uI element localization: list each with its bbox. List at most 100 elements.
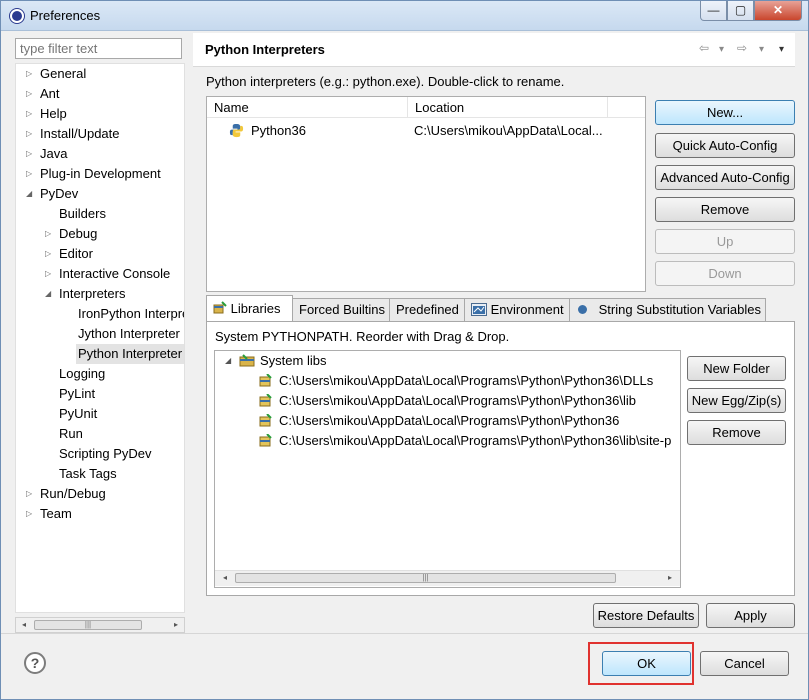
new-interpreter-button[interactable]: New... [655,100,795,125]
tree-item-debug[interactable]: ▷ Debug [45,224,97,244]
filter-input[interactable] [15,38,182,59]
collapsed-icon[interactable]: ▷ [26,504,32,524]
eclipse-icon [10,9,24,23]
tree-item-logging[interactable]: Logging [59,364,105,384]
tree-horizontal-scrollbar[interactable]: ◂ ||| ▸ [15,617,185,633]
tree-item-run-debug[interactable]: ▷ Run/Debug [26,484,106,504]
tree-item-ironpython-interpreter[interactable]: IronPython Interpre [78,304,184,324]
variables-icon [578,305,587,314]
tree-item-run[interactable]: Run [59,424,83,444]
close-button[interactable]: ✕ [754,1,802,21]
forward-menu-icon[interactable]: ▾ [759,44,764,55]
scroll-thumb[interactable]: ||| [34,620,142,630]
window-title: Preferences [30,8,101,23]
tab-forced-builtins[interactable]: Forced Builtins [292,298,390,322]
tree-item-java[interactable]: ▷ Java [26,144,67,164]
collapsed-icon[interactable]: ▷ [26,84,32,104]
scroll-left-icon[interactable]: ◂ [16,618,32,632]
library-path-item[interactable]: C:\Users\mikou\AppData\Local\Programs\Py… [259,371,653,391]
title-bar[interactable]: Preferences — ▢ ✕ [1,1,808,31]
tree-item-pylint[interactable]: PyLint [59,384,95,404]
interpreter-name: Python36 [251,123,306,138]
restore-defaults-button[interactable]: Restore Defaults [593,603,699,628]
environment-icon [471,303,487,316]
table-row[interactable]: Python36 C:\Users\mikou\AppData\Local... [213,121,643,141]
page-title: Python Interpreters [205,42,325,57]
minimize-button[interactable]: — [700,1,727,21]
remove-interpreter-button[interactable]: Remove [655,197,795,222]
tree-item-plugin-development[interactable]: ▷ Plug-in Development [26,164,161,184]
scroll-thumb[interactable]: ||| [235,573,616,583]
library-path-item[interactable]: C:\Users\mikou\AppData\Local\Programs\Py… [259,391,636,411]
tree-item-system-libs[interactable]: ◢ System libs [225,351,326,371]
column-header-name[interactable]: Name [207,97,408,118]
library-folder-icon [239,354,255,367]
up-button[interactable]: Up [655,229,795,254]
tree-item-ant[interactable]: ▷ Ant [26,84,60,104]
tree-item-task-tags[interactable]: Task Tags [59,464,117,484]
collapsed-icon[interactable]: ▷ [45,244,51,264]
interpreter-location: C:\Users\mikou\AppData\Local... [414,123,603,138]
advanced-auto-config-button[interactable]: Advanced Auto-Config [655,165,795,190]
column-header-location[interactable]: Location [408,97,608,118]
back-arrow-icon[interactable]: ⇦ [699,41,709,55]
libraries-icon [213,301,227,314]
new-folder-button[interactable]: New Folder [687,356,786,381]
scroll-right-icon[interactable]: ▸ [168,618,184,632]
scroll-right-icon[interactable]: ▸ [662,571,678,585]
collapsed-icon[interactable]: ▷ [45,224,51,244]
collapsed-icon[interactable]: ▷ [45,264,51,284]
tab-environment[interactable]: Environment [464,298,570,322]
tree-item-jython-interpreter[interactable]: Jython Interpreter [78,324,180,344]
tree-item-general[interactable]: ▷ General [26,64,86,84]
tree-item-interactive-console[interactable]: ▷ Interactive Console [45,264,170,284]
tree-item-scripting-pydev[interactable]: Scripting PyDev [59,444,151,464]
remove-library-button[interactable]: Remove [687,420,786,445]
preferences-window: Preferences — ▢ ✕ ▷General ▷Ant ▷Help ▷I… [0,0,809,700]
jar-icon [259,434,272,447]
collapsed-icon[interactable]: ▷ [26,104,32,124]
collapsed-icon[interactable]: ▷ [26,164,32,184]
expanded-icon[interactable]: ◢ [45,284,51,304]
tab-predefined[interactable]: Predefined [389,298,465,322]
apply-button[interactable]: Apply [706,603,795,628]
cancel-button[interactable]: Cancel [700,651,789,676]
page-description: Python interpreters (e.g.: python.exe). … [206,74,565,89]
forward-arrow-icon[interactable]: ⇨ [737,41,747,55]
libs-horizontal-scrollbar[interactable]: ◂ ||| ▸ [215,570,680,586]
tab-string-substitution-variables[interactable]: String Substitution Variables [569,298,766,322]
collapsed-icon[interactable]: ▷ [26,64,32,84]
interpreters-table: Name Location Python36 C:\Users\mikou\Ap… [206,96,646,292]
down-button[interactable]: Down [655,261,795,286]
tree-item-builders[interactable]: Builders [59,204,106,224]
quick-auto-config-button[interactable]: Quick Auto-Config [655,133,795,158]
tree-item-pyunit[interactable]: PyUnit [59,404,97,424]
maximize-button[interactable]: ▢ [727,1,754,21]
collapsed-icon[interactable]: ▷ [26,124,32,144]
collapsed-icon[interactable]: ▷ [26,484,32,504]
tree-item-interpreters[interactable]: ◢ Interpreters [45,284,125,304]
tree-item-python-interpreter[interactable]: Python Interpreter [76,344,184,364]
tree-item-pydev[interactable]: ◢ PyDev [26,184,78,204]
library-path-item[interactable]: C:\Users\mikou\AppData\Local\Programs\Py… [259,431,671,451]
jar-icon [259,394,272,407]
ok-highlight-box [588,642,694,685]
scroll-left-icon[interactable]: ◂ [217,571,233,585]
pythonpath-hint: System PYTHONPATH. Reorder with Drag & D… [215,329,510,344]
view-menu-icon[interactable]: ▾ [779,44,784,55]
tree-item-team[interactable]: ▷ Team [26,504,72,524]
expanded-icon[interactable]: ◢ [225,351,231,371]
tree-item-editor[interactable]: ▷ Editor [45,244,93,264]
footer-separator [1,633,808,634]
python-icon [229,123,244,138]
tree-item-install-update[interactable]: ▷ Install/Update [26,124,120,144]
new-egg-zip-button[interactable]: New Egg/Zip(s) [687,388,786,413]
expanded-icon[interactable]: ◢ [26,184,32,204]
tab-libraries[interactable]: Libraries [206,295,293,321]
jar-icon [259,374,272,387]
collapsed-icon[interactable]: ▷ [26,144,32,164]
library-path-item[interactable]: C:\Users\mikou\AppData\Local\Programs\Py… [259,411,619,431]
back-menu-icon[interactable]: ▾ [719,44,724,55]
help-icon[interactable]: ? [24,652,46,674]
tree-item-help[interactable]: ▷ Help [26,104,67,124]
